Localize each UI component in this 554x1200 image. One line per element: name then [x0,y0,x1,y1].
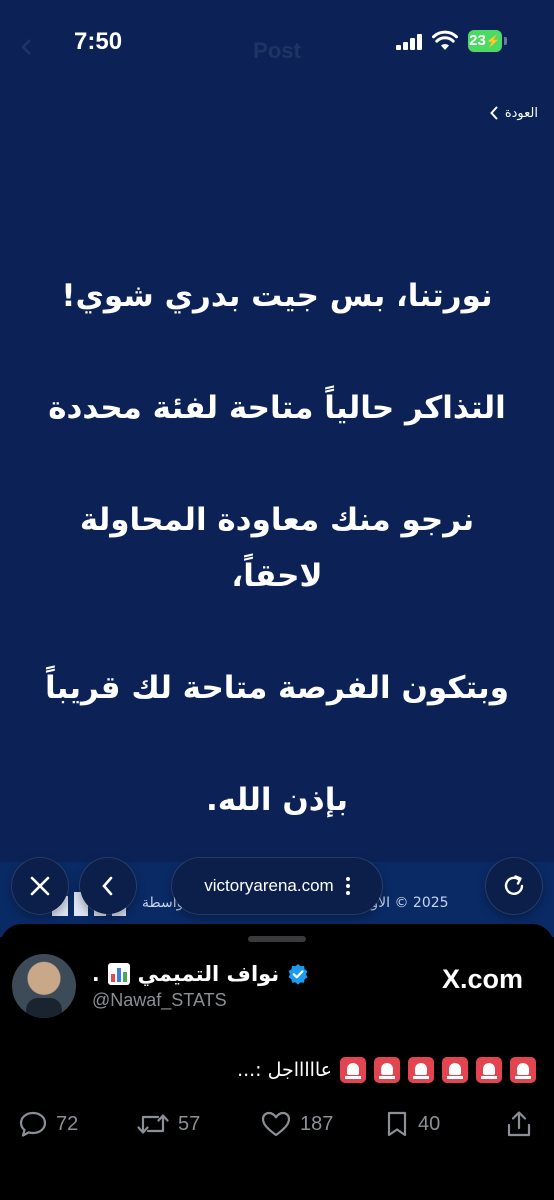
tweet-actions: 72 57 187 40 [0,1104,554,1144]
reload-icon [504,875,524,895]
url-bar[interactable]: victoryarena.com [172,858,382,914]
chevron-left-icon [489,106,498,120]
ghost-post-title: Post [253,38,301,63]
author-row: . نواف التميمي [92,960,309,988]
back-link[interactable]: العودة [489,102,538,124]
siren-emoji-icon [476,1057,502,1083]
siren-emoji-icon [510,1057,536,1083]
name-dot: . [92,962,100,986]
like-button[interactable]: 187 [260,1104,333,1144]
bookmark-icon [387,1111,407,1137]
close-icon [30,876,50,896]
browser-back-button[interactable] [80,858,136,914]
share-button[interactable] [505,1104,533,1144]
bar-chart-icon [107,963,130,985]
message-line: التذاكر حالياً متاحة لفئة محددة [48,390,506,426]
bookmark-count: 40 [418,1112,441,1135]
retweet-count: 57 [178,1112,201,1135]
close-button[interactable] [12,858,68,914]
like-count: 187 [300,1112,334,1135]
retweet-icon [137,1114,169,1134]
tweet-text: عاااااجل :... [237,1059,332,1081]
x-logo: X.com [442,964,524,994]
heart-icon [261,1111,291,1137]
share-icon [507,1111,531,1137]
author-handle[interactable]: @Nawaf_STATS [92,990,227,1011]
message-line: وبتكون الفرصة متاحة لك قريباً [45,670,509,706]
bookmark-button[interactable]: 40 [384,1104,440,1144]
reply-count: 72 [56,1112,79,1135]
reply-icon [19,1111,47,1137]
message-line: نورتنا، بس جيت بدري شوي! [61,278,493,314]
siren-emoji-icon [442,1057,468,1083]
message-text: نورتنا، بس جيت بدري شوي! التذاكر حالياً … [30,212,524,884]
message-line: نرجو منك معاودة المحاولة لاحقاً، [79,502,475,594]
back-link-label: العودة [504,105,538,121]
sheet-grabber[interactable] [248,936,306,942]
reply-button[interactable]: 72 [18,1104,78,1144]
avatar[interactable] [12,954,76,1018]
retweet-button[interactable]: 57 [136,1104,200,1144]
tweet-text-row: عاااااجل :... [237,1052,536,1088]
author-name[interactable]: نواف التميمي [138,962,280,986]
screen: 7:50 23⚡ Post العودة نورتنا، بس جيت بدري… [0,0,554,1200]
reload-button[interactable] [486,858,542,914]
verified-badge-icon [288,964,308,985]
tweet-card: . نواف التميمي @Nawaf_STATS X.com عااااا… [0,924,554,1200]
siren-emoji-icon [340,1057,366,1083]
siren-emoji-icon [374,1057,400,1083]
chevron-left-icon [102,876,113,896]
more-options-icon[interactable] [345,877,350,895]
siren-emoji-icon [408,1057,434,1083]
url-text: victoryarena.com [204,876,334,895]
message-line: بإذن الله. [206,782,348,818]
web-page: 7:50 23⚡ Post العودة نورتنا، بس جيت بدري… [0,0,554,937]
